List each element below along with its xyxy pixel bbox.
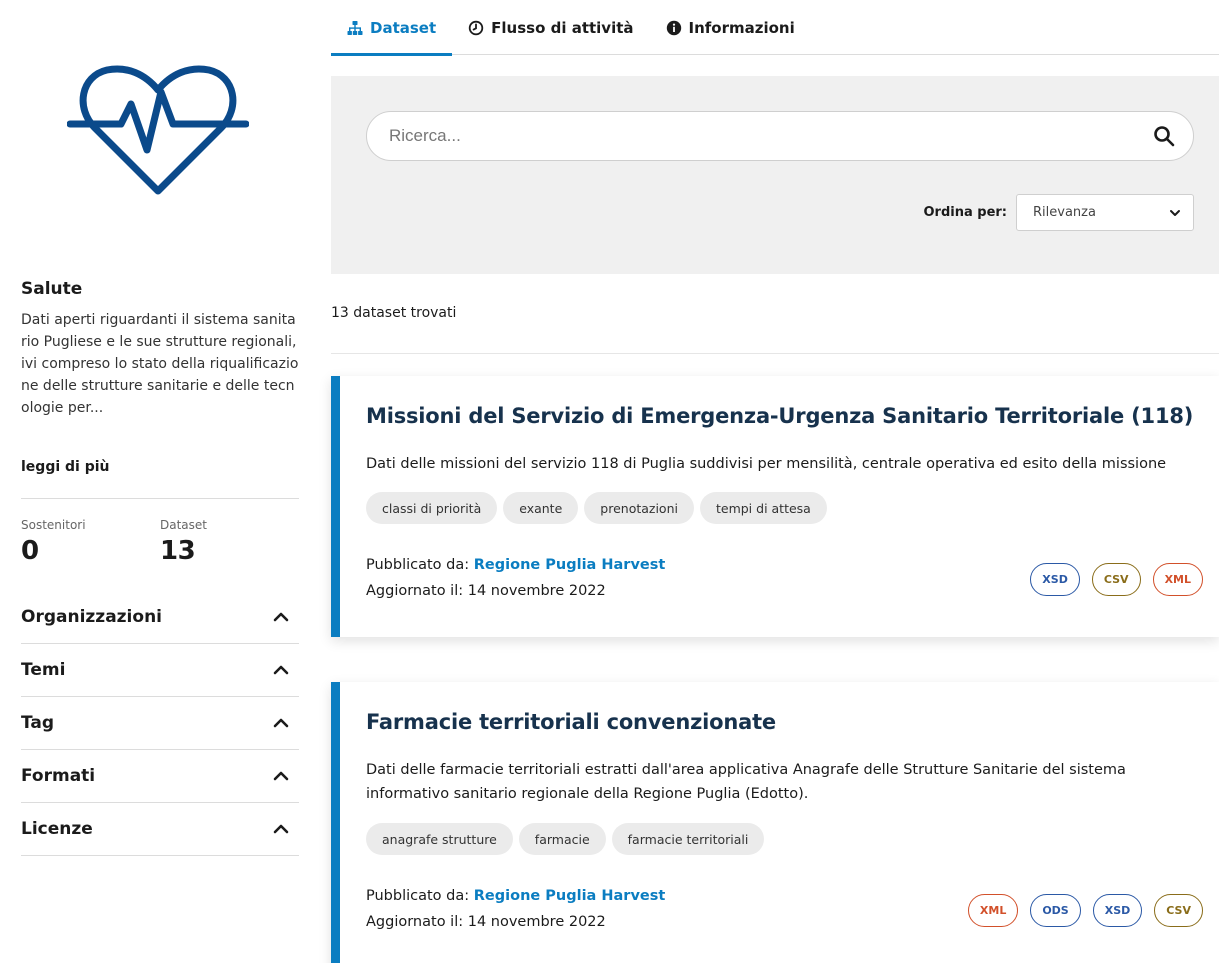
facet-licenses[interactable]: Licenze bbox=[21, 803, 299, 856]
chevron-up-icon[interactable] bbox=[271, 819, 291, 839]
publisher-link[interactable]: Regione Puglia Harvest bbox=[474, 888, 666, 904]
tag-pill[interactable]: farmacie bbox=[518, 823, 606, 855]
format-badge-xsd[interactable]: XSD bbox=[1092, 894, 1143, 927]
divider bbox=[21, 498, 299, 499]
tab-dataset[interactable]: Dataset bbox=[331, 0, 453, 56]
search-icon[interactable] bbox=[1153, 125, 1175, 147]
facet-formats[interactable]: Formati bbox=[21, 750, 299, 803]
datasets-count: 13 bbox=[160, 536, 196, 566]
heartbeat-icon bbox=[67, 65, 249, 195]
tab-info[interactable]: Informazioni bbox=[650, 0, 811, 55]
followers-count: 0 bbox=[21, 536, 39, 566]
dataset-description: Dati delle missioni del servizio 118 di … bbox=[366, 456, 1167, 472]
chevron-up-icon[interactable] bbox=[271, 713, 291, 733]
datasets-stat: Dataset 13 bbox=[160, 518, 207, 566]
tag-pill[interactable]: prenotazioni bbox=[584, 492, 694, 524]
order-by-value: Rilevanza bbox=[1033, 205, 1096, 220]
followers-label: Sostenitori bbox=[21, 518, 86, 532]
search-box bbox=[366, 111, 1194, 161]
format-badge-xml[interactable]: XML bbox=[1152, 563, 1203, 596]
order-by-label: Ordina per: bbox=[923, 205, 1007, 220]
facet-list: Organizzazioni Temi Tag Formati Licenze bbox=[21, 591, 299, 856]
tab-label: Dataset bbox=[370, 18, 437, 37]
dataset-meta: Pubblicato da: Regione Puglia Harvest Ag… bbox=[366, 883, 665, 935]
facet-label: Temi bbox=[21, 660, 66, 680]
published-by: Pubblicato da: Regione Puglia Harvest bbox=[366, 883, 665, 909]
search-input[interactable] bbox=[389, 112, 1129, 160]
tab-activity-stream[interactable]: Flusso di attività bbox=[452, 0, 649, 55]
dataset-title-link[interactable]: Farmacie territoriali convenzionate bbox=[366, 710, 776, 734]
published-label: Pubblicato da: bbox=[366, 888, 470, 904]
format-badge-csv[interactable]: CSV bbox=[1091, 563, 1141, 596]
search-panel: Ordina per: Rilevanza bbox=[331, 76, 1219, 274]
format-badge-ods[interactable]: ODS bbox=[1030, 894, 1081, 927]
dataset-description: Dati delle farmacie territoriali estratt… bbox=[366, 762, 1126, 802]
tag-list: classi di priorità exante prenotazioni t… bbox=[366, 492, 827, 524]
facet-label: Licenze bbox=[21, 819, 93, 839]
read-more-link[interactable]: leggi di più bbox=[21, 459, 110, 475]
facet-themes[interactable]: Temi bbox=[21, 644, 299, 697]
facet-tags[interactable]: Tag bbox=[21, 697, 299, 750]
publisher-link[interactable]: Regione Puglia Harvest bbox=[474, 557, 666, 573]
chevron-up-icon[interactable] bbox=[271, 607, 291, 627]
chevron-down-icon bbox=[1170, 210, 1180, 216]
facet-label: Tag bbox=[21, 713, 55, 733]
dataset-card: Farmacie territoriali convenzionate Dati… bbox=[331, 682, 1219, 963]
format-badge-csv[interactable]: CSV bbox=[1154, 894, 1203, 927]
format-badge-xsd[interactable]: XSD bbox=[1030, 563, 1080, 596]
tag-pill[interactable]: farmacie territoriali bbox=[611, 823, 765, 855]
tab-label: Informazioni bbox=[688, 18, 795, 37]
format-badge-xml[interactable]: XML bbox=[967, 894, 1019, 927]
followers-stat: Sostenitori 0 bbox=[21, 518, 86, 566]
tag-pill[interactable]: exante bbox=[503, 492, 579, 524]
datasets-label: Dataset bbox=[160, 518, 207, 532]
published-by: Pubblicato da: Regione Puglia Harvest bbox=[366, 552, 665, 578]
order-by-select[interactable]: Rilevanza bbox=[1016, 194, 1194, 231]
divider bbox=[331, 353, 1219, 354]
group-sidebar: Salute Dati aperti riguardanti il sistem… bbox=[21, 0, 299, 963]
tag-pill[interactable]: tempi di attesa bbox=[699, 492, 827, 524]
main-content: Dataset Flusso di attività Informazioni bbox=[331, 0, 1219, 963]
sitemap-icon bbox=[347, 20, 363, 35]
format-list: XSD CSV XML bbox=[1030, 563, 1203, 596]
facet-organizations[interactable]: Organizzazioni bbox=[21, 591, 299, 644]
clock-icon bbox=[468, 20, 484, 35]
tag-list: anagrafe strutture farmacie farmacie ter… bbox=[366, 823, 765, 855]
dataset-card: Missioni del Servizio di Emergenza-Urgen… bbox=[331, 376, 1219, 637]
group-description: Dati aperti riguardanti il sistema sanit… bbox=[21, 312, 299, 416]
chevron-up-icon[interactable] bbox=[271, 660, 291, 680]
updated-date: Aggiornato il: 14 novembre 2022 bbox=[366, 914, 606, 930]
chevron-up-icon[interactable] bbox=[271, 766, 291, 786]
result-count: 13 dataset trovati bbox=[331, 305, 457, 321]
tab-label: Flusso di attività bbox=[491, 18, 634, 37]
facet-label: Organizzazioni bbox=[21, 607, 162, 627]
format-list: XML ODS XSD CSV bbox=[967, 894, 1203, 927]
published-label: Pubblicato da: bbox=[366, 557, 470, 573]
tag-pill[interactable]: anagrafe strutture bbox=[366, 823, 513, 855]
updated-date: Aggiornato il: 14 novembre 2022 bbox=[366, 583, 606, 599]
dataset-title-link[interactable]: Missioni del Servizio di Emergenza-Urgen… bbox=[366, 404, 1193, 428]
tab-bar: Dataset Flusso di attività Informazioni bbox=[331, 0, 1219, 56]
tag-pill[interactable]: classi di priorità bbox=[366, 492, 498, 524]
facet-label: Formati bbox=[21, 766, 96, 786]
dataset-meta: Pubblicato da: Regione Puglia Harvest Ag… bbox=[366, 552, 665, 604]
group-title: Salute bbox=[21, 279, 83, 299]
info-icon bbox=[666, 20, 681, 35]
